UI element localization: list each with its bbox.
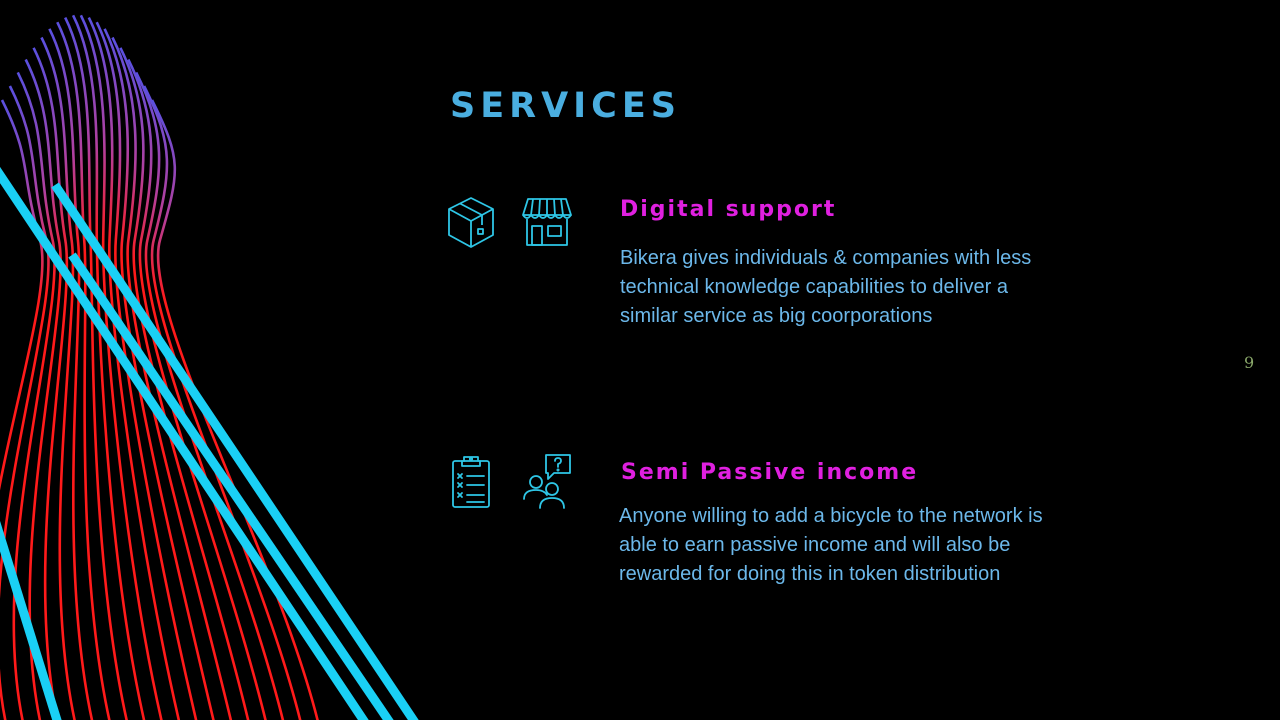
- service-heading-digital-support: Digital support: [620, 197, 837, 222]
- wave-line: [103, 28, 215, 720]
- slide: SERVICES Digital support Bikera gives in…: [0, 0, 1280, 720]
- package-box-icon: [446, 195, 496, 251]
- page-number: 9: [1244, 353, 1255, 372]
- service-heading-semi-passive-income: Semi Passive income: [621, 460, 919, 485]
- wave-lines-decoration: [0, 14, 419, 720]
- checklist-clipboard-icon: [446, 453, 496, 509]
- people-question-icon: [522, 453, 572, 509]
- storefront-icon: [522, 195, 572, 251]
- service-body-digital-support: Bikera gives individuals & companies wit…: [620, 247, 1032, 327]
- service-body-semi-passive-income: Anyone willing to add a bicycle to the n…: [619, 505, 1043, 585]
- slide-title: SERVICES: [450, 86, 681, 126]
